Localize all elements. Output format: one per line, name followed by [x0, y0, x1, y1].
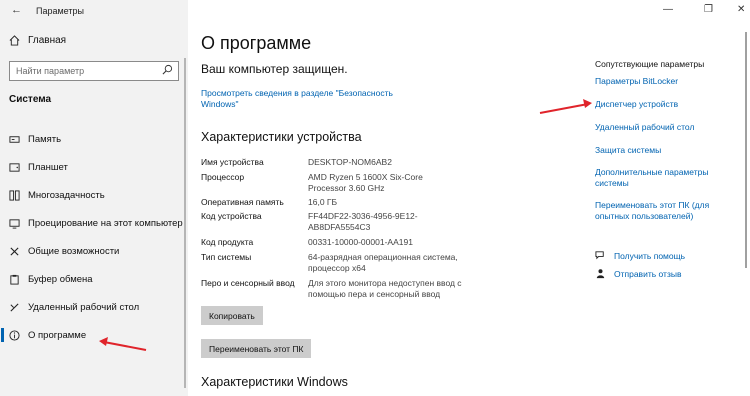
annotation-arrows: [99, 99, 592, 351]
arrow-to-about: [99, 337, 147, 351]
arrow-to-device-manager: [539, 99, 592, 114]
